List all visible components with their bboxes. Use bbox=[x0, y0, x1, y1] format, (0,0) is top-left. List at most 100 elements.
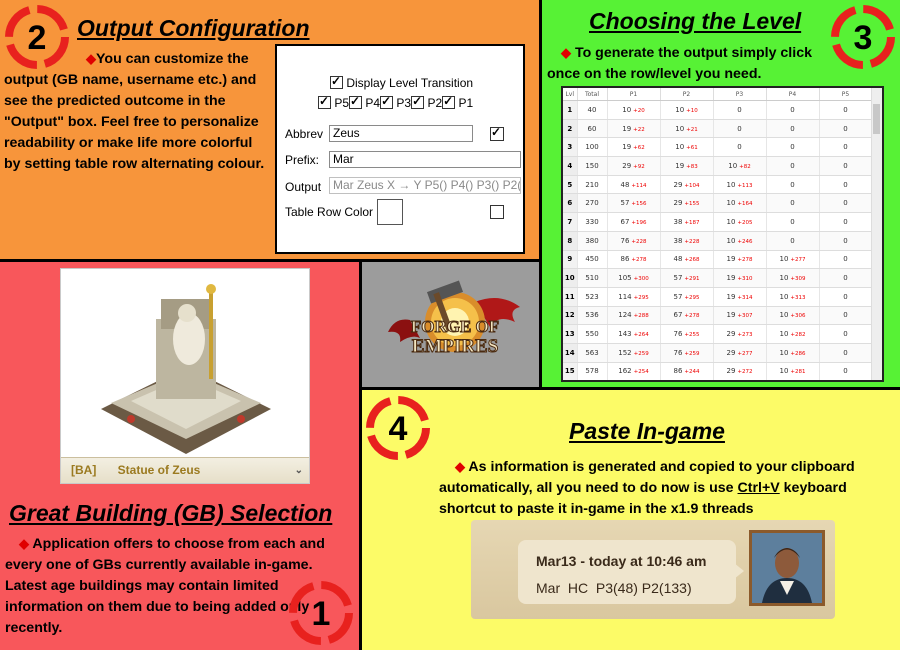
place-value: 114 bbox=[618, 292, 632, 301]
level-total: 150 bbox=[577, 156, 608, 176]
forge-of-empires-logo: FORGE OF EMPIRES bbox=[388, 280, 520, 358]
level-number: 5 bbox=[563, 175, 578, 195]
chat-bubble-tail bbox=[734, 563, 744, 579]
place-reward: +291 bbox=[684, 276, 700, 283]
prefix-input[interactable]: Mar bbox=[329, 151, 521, 168]
divider bbox=[359, 387, 900, 390]
place-value: 76 bbox=[620, 236, 630, 245]
divider bbox=[0, 259, 542, 262]
level-table-header: Lvl Total P1 P2 P3 P4 P5 bbox=[563, 88, 873, 101]
place-value: 10 bbox=[779, 292, 789, 301]
level-row[interactable]: 6 270 57 +156 29 +155 10 +164 0 0 bbox=[563, 193, 873, 214]
gb-select-dropdown[interactable]: [BA] Statue of Zeus ⌄ bbox=[61, 457, 309, 483]
checkbox-p2[interactable] bbox=[411, 94, 425, 109]
level-number: 6 bbox=[563, 193, 578, 214]
place-value: 0 bbox=[737, 105, 742, 114]
place-cell: 10 +277 bbox=[766, 250, 820, 270]
place-value: 86 bbox=[620, 255, 630, 264]
level-row[interactable]: 4 150 29 +92 19 +83 10 +82 0 0 bbox=[563, 156, 873, 176]
place-value: 0 bbox=[790, 161, 795, 170]
level-total: 40 bbox=[577, 100, 608, 120]
place-value: 10 bbox=[726, 199, 736, 208]
paste-ingame-title: Paste In-game bbox=[569, 418, 725, 444]
p3-label: P3 bbox=[396, 96, 412, 110]
place-cell: 0 bbox=[766, 119, 820, 139]
checkbox-p4[interactable] bbox=[349, 94, 363, 109]
level-total: 523 bbox=[577, 287, 608, 307]
checkbox-checked-icon[interactable] bbox=[330, 74, 343, 89]
level-total: 100 bbox=[577, 137, 608, 158]
p1-label: P1 bbox=[458, 96, 474, 110]
place-value: 0 bbox=[843, 292, 848, 301]
level-number: 14 bbox=[563, 343, 578, 363]
place-value: 57 bbox=[673, 274, 683, 283]
level-row[interactable]: 7 330 67 +196 38 +187 10 +205 0 0 bbox=[563, 212, 873, 232]
place-cell: 29 +92 bbox=[607, 156, 661, 176]
level-row[interactable]: 10 510 105 +300 57 +291 19 +310 10 +309 0 bbox=[563, 268, 873, 288]
chevron-down-icon[interactable]: ⌄ bbox=[295, 458, 303, 483]
level-row[interactable]: 2 60 19 +22 10 +21 0 0 0 bbox=[563, 119, 873, 139]
level-number: 11 bbox=[563, 287, 578, 307]
level-row[interactable]: 13 550 143 +264 76 +255 29 +273 10 +282 0 bbox=[563, 324, 873, 344]
place-value: 57 bbox=[620, 199, 630, 208]
level-total: 510 bbox=[577, 268, 608, 288]
level-row[interactable]: 12 536 124 +288 67 +278 19 +307 10 +306 0 bbox=[563, 306, 873, 326]
abbrev-checkbox[interactable] bbox=[490, 125, 504, 141]
gb-age-label: [BA] bbox=[71, 463, 97, 477]
place-value: 76 bbox=[673, 330, 683, 339]
table-scrollbar[interactable] bbox=[871, 88, 882, 380]
place-cell: 162 +254 bbox=[607, 362, 661, 380]
gb-name-label: Statue of Zeus bbox=[117, 463, 201, 477]
place-cell: 10 +246 bbox=[713, 231, 767, 251]
place-reward: +268 bbox=[684, 257, 700, 264]
level-row[interactable]: 15 578 162 +254 86 +244 29 +272 10 +281 0 bbox=[563, 362, 873, 380]
gb-selector-card[interactable]: [BA] Statue of Zeus ⌄ bbox=[60, 268, 310, 484]
place-value: 0 bbox=[790, 105, 795, 114]
diamond-bullet-icon: ◆ bbox=[19, 536, 29, 551]
place-cell: 0 bbox=[819, 175, 873, 195]
place-cell: 29 +155 bbox=[660, 193, 714, 214]
place-cell: 0 bbox=[766, 175, 820, 195]
place-cell: 0 bbox=[819, 287, 873, 307]
step-4-badge-icon: 4 bbox=[366, 396, 430, 460]
level-row[interactable]: 1 40 10 +20 10 +10 0 0 0 bbox=[563, 100, 873, 120]
place-reward: +113 bbox=[737, 182, 753, 189]
place-reward: +313 bbox=[790, 294, 806, 301]
place-value: 57 bbox=[673, 292, 683, 301]
level-number: 16 bbox=[563, 381, 577, 382]
level-row[interactable]: 14 563 152 +259 76 +259 29 +277 10 +286 0 bbox=[563, 343, 873, 363]
level-total: 60 bbox=[577, 119, 608, 139]
abbrev-input[interactable]: Zeus bbox=[329, 125, 473, 142]
scrollbar-thumb[interactable] bbox=[873, 104, 880, 134]
place-cell: 29+258 bbox=[713, 381, 766, 382]
place-cell: 10 +82 bbox=[713, 156, 767, 176]
checkbox-p1[interactable] bbox=[442, 94, 456, 109]
level-row[interactable]: 11 523 114 +295 57 +295 19 +314 10 +313 0 bbox=[563, 287, 873, 307]
place-value: 10 bbox=[622, 105, 632, 114]
level-total: 330 bbox=[577, 212, 608, 232]
level-row[interactable]: 9 450 86 +278 48 +268 19 +278 10 +277 0 bbox=[563, 250, 873, 270]
row-color-swatch[interactable] bbox=[377, 199, 403, 225]
place-value: 29 bbox=[673, 199, 683, 208]
level-row[interactable]: 16592181+23095+22129+25810+2670 bbox=[563, 381, 872, 382]
level-number: 8 bbox=[563, 231, 578, 251]
place-value: 19 bbox=[675, 161, 685, 170]
level-row[interactable]: 3 100 19 +62 10 +61 0 0 0 bbox=[563, 137, 873, 158]
place-reward: +306 bbox=[790, 313, 806, 320]
place-cell: 38 +187 bbox=[660, 212, 714, 232]
display-level-transition-option[interactable]: Display Level Transition bbox=[330, 74, 474, 90]
abbrev-label: Abbrev bbox=[285, 127, 324, 141]
place-cell: 0 bbox=[819, 362, 873, 380]
place-value: 10 bbox=[779, 311, 789, 320]
level-number: 7 bbox=[563, 212, 578, 232]
place-value: 10 bbox=[726, 217, 736, 226]
place-cell: 67 +278 bbox=[660, 306, 714, 326]
level-row[interactable]: 8 380 76 +228 38 +228 10 +246 0 0 bbox=[563, 231, 873, 251]
display-level-transition-label: Display Level Transition bbox=[346, 76, 474, 90]
level-row[interactable]: 5 210 48 +114 29 +104 10 +113 0 0 bbox=[563, 175, 873, 195]
place-cell: 0 bbox=[819, 231, 873, 251]
checkbox-p5[interactable] bbox=[318, 94, 331, 109]
place-cell: 0 bbox=[766, 212, 820, 232]
row-color-checkbox[interactable] bbox=[490, 205, 504, 219]
checkbox-p3[interactable] bbox=[380, 94, 394, 109]
